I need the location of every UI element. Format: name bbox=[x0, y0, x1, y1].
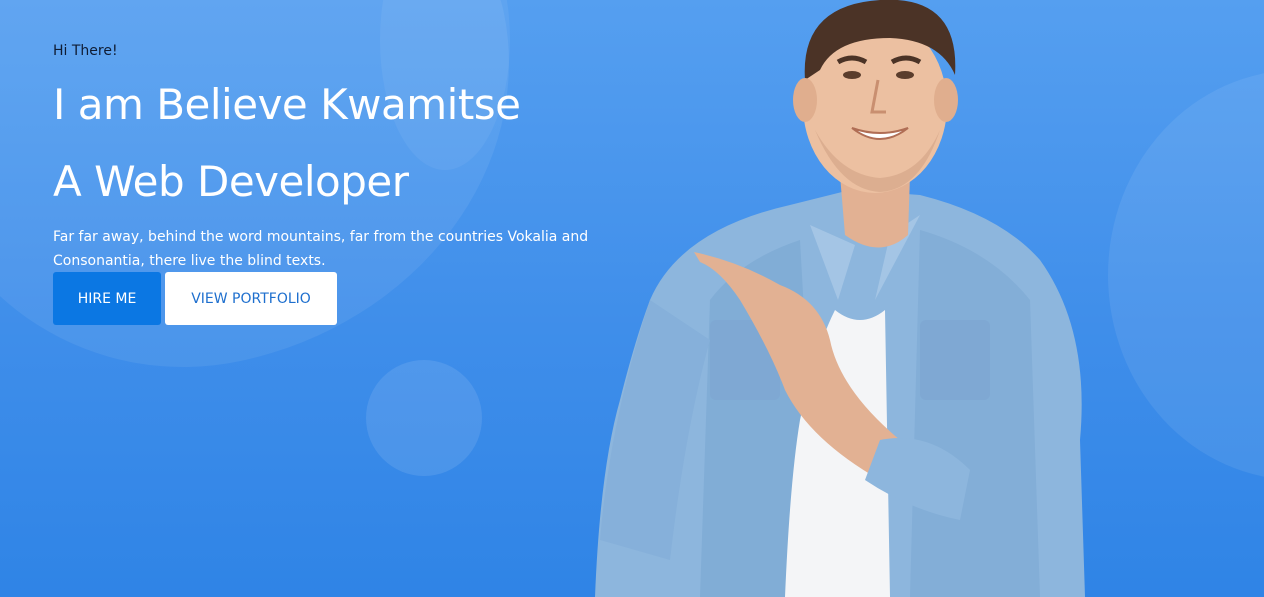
view-portfolio-button[interactable]: VIEW PORTFOLIO bbox=[165, 272, 337, 325]
smiling-man-pointing-image bbox=[595, 0, 1085, 597]
headline-name: I am Believe Kwamitse bbox=[53, 80, 521, 129]
headline-role: A Web Developer bbox=[53, 157, 409, 206]
background-circle-right bbox=[1108, 70, 1264, 480]
hire-me-button[interactable]: HIRE ME bbox=[53, 272, 161, 325]
background-circle-small bbox=[366, 360, 482, 476]
hero-buttons: HIRE ME VIEW PORTFOLIO bbox=[53, 272, 337, 325]
hero-section: Hi There! I am Believe Kwamitse A Web De… bbox=[0, 0, 1264, 597]
hero-description: Far far away, behind the word mountains,… bbox=[53, 229, 589, 269]
greeting-text: Hi There! bbox=[53, 43, 118, 59]
